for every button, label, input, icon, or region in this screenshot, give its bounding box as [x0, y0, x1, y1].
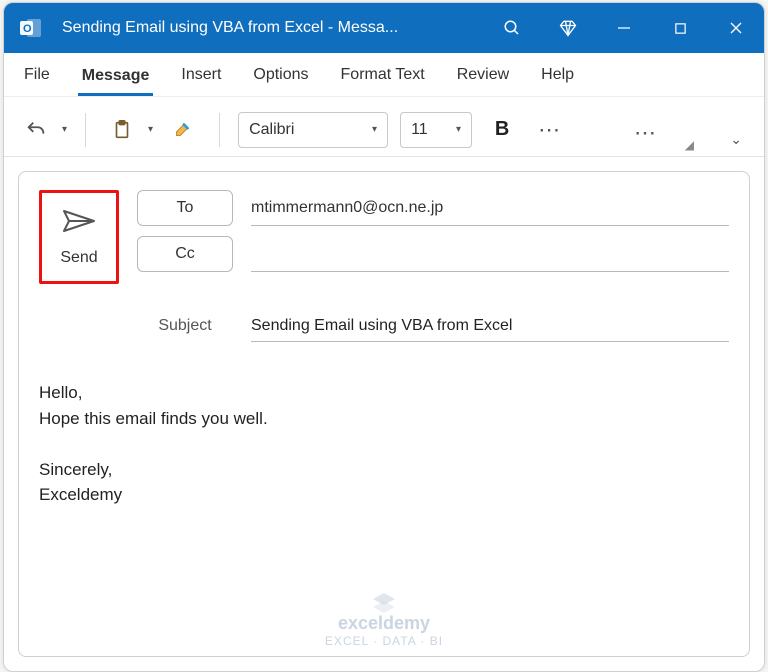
font-family-select[interactable]: Calibri ▾	[238, 112, 388, 148]
watermark-brand: exceldemy	[338, 613, 430, 634]
format-painter-button[interactable]	[165, 112, 201, 148]
svg-text:O: O	[23, 23, 32, 35]
font-size-select[interactable]: 11 ▾	[400, 112, 472, 148]
minimize-button[interactable]	[596, 3, 652, 53]
dialog-launcher-icon[interactable]: ◢	[685, 138, 694, 152]
subject-field[interactable]: Sending Email using VBA from Excel	[251, 310, 729, 342]
recipients: To mtimmermann0@ocn.ne.jp Cc	[137, 190, 729, 284]
cc-row: Cc	[137, 236, 729, 272]
message-body[interactable]: Hello, Hope this email finds you well. S…	[39, 380, 729, 508]
font-size-value: 11	[411, 121, 428, 139]
bold-button[interactable]: B	[484, 112, 520, 148]
divider	[85, 113, 86, 147]
outlook-compose-window: O Sending Email using VBA from Excel - M…	[3, 2, 765, 672]
menu-options[interactable]: Options	[249, 62, 312, 88]
chevron-down-icon: ▾	[372, 124, 377, 135]
premium-icon[interactable]	[540, 3, 596, 53]
paste-button[interactable]	[104, 112, 140, 148]
font-family-value: Calibri	[249, 121, 294, 139]
watermark-tagline: EXCEL · DATA · BI	[325, 634, 443, 648]
maximize-button[interactable]	[652, 3, 708, 53]
ribbon-overflow-button[interactable]: ⋯	[628, 115, 664, 151]
to-button[interactable]: To	[137, 190, 233, 226]
titlebar-actions	[484, 3, 764, 53]
ribbon-more-button[interactable]: ⋯	[532, 112, 568, 148]
watermark: exceldemy EXCEL · DATA · BI	[325, 591, 443, 648]
subject-label: Subject	[137, 317, 233, 335]
menu-message[interactable]: Message	[78, 63, 154, 96]
send-icon	[62, 208, 96, 239]
titlebar: O Sending Email using VBA from Excel - M…	[4, 3, 764, 53]
send-label: Send	[60, 249, 97, 267]
menu-format-text[interactable]: Format Text	[337, 62, 429, 88]
to-row: To mtimmermann0@ocn.ne.jp	[137, 190, 729, 226]
watermark-icon	[371, 591, 397, 613]
divider	[219, 113, 220, 147]
menu-insert[interactable]: Insert	[177, 62, 225, 88]
cc-field[interactable]	[251, 236, 729, 272]
compose-area: Send To mtimmermann0@ocn.ne.jp Cc Subjec…	[18, 171, 750, 657]
clipboard-group: ▾	[104, 112, 201, 148]
menubar: File Message Insert Options Format Text …	[4, 53, 764, 97]
window-title: Sending Email using VBA from Excel - Mes…	[62, 19, 484, 37]
send-button[interactable]: Send	[39, 190, 119, 284]
menu-file[interactable]: File	[20, 62, 54, 88]
chevron-down-icon: ▾	[456, 124, 461, 135]
outlook-icon: O	[18, 15, 44, 41]
undo-dropdown[interactable]: ▾	[62, 124, 67, 135]
undo-group: ▾	[18, 112, 67, 148]
menu-help[interactable]: Help	[537, 62, 578, 88]
compose-header: Send To mtimmermann0@ocn.ne.jp Cc	[39, 190, 729, 284]
cc-button[interactable]: Cc	[137, 236, 233, 272]
menu-review[interactable]: Review	[453, 62, 513, 88]
search-icon[interactable]	[484, 3, 540, 53]
collapse-ribbon-button[interactable]: ⌄	[730, 131, 742, 148]
subject-row: Subject Sending Email using VBA from Exc…	[137, 310, 729, 342]
ribbon: ▾ ▾ Calibri ▾ 11 ▾ B ⋯ ◢ ⋯ ⌄	[4, 97, 764, 157]
undo-button[interactable]	[18, 112, 54, 148]
close-button[interactable]	[708, 3, 764, 53]
to-field[interactable]: mtimmermann0@ocn.ne.jp	[251, 190, 729, 226]
paste-dropdown[interactable]: ▾	[148, 124, 153, 135]
